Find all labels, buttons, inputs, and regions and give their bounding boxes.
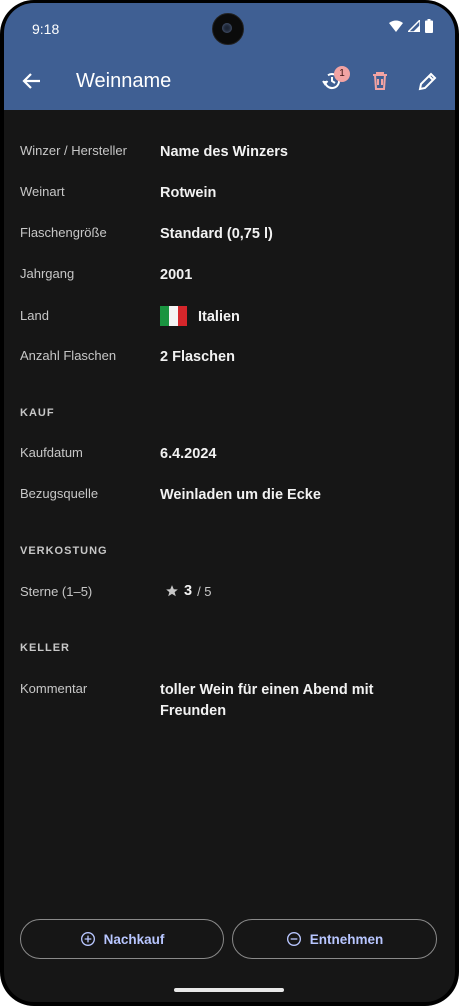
bottle-count-label: Anzahl Flaschen — [20, 348, 117, 363]
source-label: Bezugsquelle — [20, 486, 99, 501]
remove-label: Entnehmen — [309, 931, 384, 947]
screen: 9:18 Weinname 1 Winzer / Hersteller Name… — [4, 3, 455, 1002]
italy-flag-icon — [160, 306, 187, 326]
delete-icon[interactable] — [368, 69, 392, 93]
vintage-label: Jahrgang — [20, 266, 75, 281]
page-title: Weinname — [76, 70, 172, 92]
section-header-tasting: VERKOSTUNG — [20, 545, 108, 557]
bottle-size-value: Standard (0,75 l) — [160, 226, 273, 242]
camera-cutout — [212, 13, 244, 45]
app-bar: Weinname 1 — [4, 53, 455, 110]
back-arrow-icon[interactable] — [20, 69, 44, 93]
star-icon — [166, 585, 178, 597]
add-circle-icon — [80, 932, 95, 946]
type-label: Weinart — [20, 184, 65, 199]
home-indicator[interactable] — [174, 988, 284, 992]
wifi-icon — [389, 20, 403, 32]
system-icons — [389, 19, 433, 33]
status-bar: 9:18 — [4, 3, 455, 53]
device-frame: 9:18 Weinname 1 Winzer / Hersteller Name… — [0, 0, 459, 1006]
country-label: Land — [20, 308, 49, 323]
rating-display: 3 / 5 — [165, 583, 212, 599]
signal-icon — [408, 20, 420, 32]
comment-value: toller Wein für einen Abend mit Freunden — [160, 682, 374, 719]
vintage-value: 2001 — [160, 267, 193, 283]
edit-icon[interactable] — [416, 69, 440, 93]
purchase-date-value: 6.4.2024 — [160, 446, 217, 462]
bottle-size-label: Flaschengröße — [20, 225, 107, 240]
rebuy-label: Nachkauf — [103, 931, 165, 947]
status-time: 9:18 — [32, 21, 60, 37]
rebuy-button[interactable]: Nachkauf — [20, 919, 224, 959]
stars-value: 3 — [184, 583, 193, 599]
source-value: Weinladen um die Ecke — [160, 487, 321, 503]
section-header-purchase: KAUF — [20, 407, 55, 419]
bottle-count-value: 2 Flaschen — [160, 349, 235, 365]
remove-circle-icon — [286, 932, 301, 946]
type-value: Rotwein — [160, 185, 217, 201]
stars-label: Sterne (1–5) — [20, 584, 93, 599]
producer-label: Winzer / Hersteller — [20, 143, 127, 158]
producer-value: Name des Winzers — [160, 144, 289, 160]
comment-label: Kommentar — [20, 681, 88, 696]
history-badge: 1 — [334, 66, 350, 82]
purchase-date-label: Kaufdatum — [20, 445, 83, 460]
remove-button[interactable]: Entnehmen — [232, 919, 437, 959]
stars-max: / 5 — [197, 583, 212, 599]
battery-icon — [425, 19, 433, 33]
country-value: Italien — [198, 309, 240, 325]
section-header-cellar: KELLER — [20, 642, 70, 654]
